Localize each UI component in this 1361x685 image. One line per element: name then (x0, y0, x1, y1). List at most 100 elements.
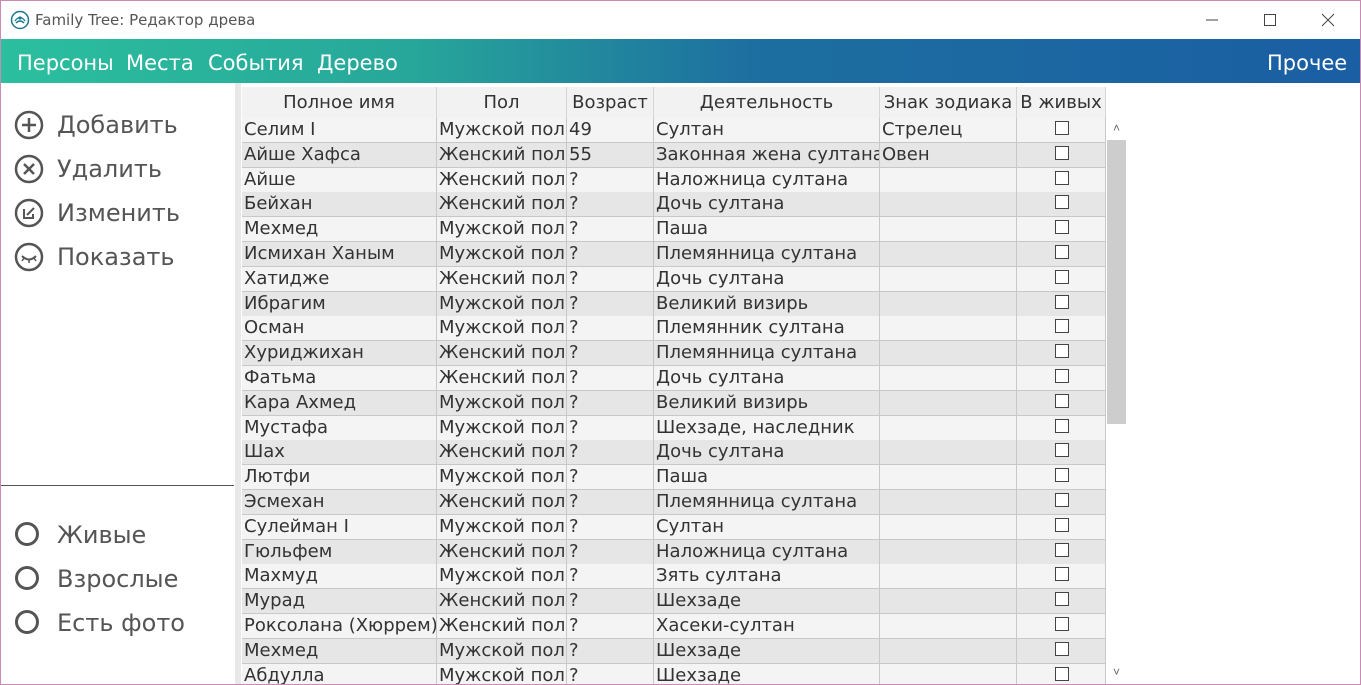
cell-zodiac[interactable]: Стрелец (880, 118, 1017, 143)
table-row[interactable]: Сулейман I Мужской пол? Султан (242, 514, 1106, 540)
cell-zodiac[interactable]: Овен (880, 142, 1017, 168)
cell-age[interactable]: ? (567, 167, 654, 193)
cell-zodiac[interactable] (880, 589, 1017, 615)
cell-zodiac[interactable] (880, 415, 1017, 441)
cell-zodiac[interactable] (880, 440, 1017, 466)
cell-zodiac[interactable] (880, 614, 1017, 639)
maximize-button[interactable] (1241, 1, 1299, 39)
cell-gender[interactable]: Мужской пол (437, 316, 567, 342)
cell-zodiac[interactable] (880, 366, 1017, 391)
alive-checkbox[interactable] (1055, 641, 1069, 656)
cell-gender[interactable]: Мужской пол (437, 638, 567, 664)
filter-alive-radio[interactable] (15, 522, 39, 546)
cell-occupation[interactable]: Племянник султана (654, 316, 880, 342)
cell-full-name[interactable]: Шах (242, 440, 437, 466)
table-row[interactable]: Роксолана (Хюррем) Женский пол? Хасеки-сул… (242, 614, 1106, 639)
cell-occupation[interactable]: Племянница султана (654, 341, 880, 367)
alive-checkbox[interactable] (1055, 269, 1069, 284)
cell-zodiac[interactable] (880, 638, 1017, 664)
cell-age[interactable]: ? (567, 291, 654, 317)
cell-occupation[interactable]: Дочь султана (654, 192, 880, 218)
table-row[interactable]: Осман Мужской пол? Племянник султана (242, 316, 1106, 342)
cell-gender[interactable]: Женский пол (437, 539, 567, 565)
cell-occupation[interactable]: Племянница султана (654, 242, 880, 267)
cell-full-name[interactable]: Хатидже (242, 266, 437, 292)
cell-gender[interactable]: Мужской пол (437, 217, 567, 243)
cell-full-name[interactable]: Кара Ахмед (242, 390, 437, 416)
cell-gender[interactable]: Женский пол (437, 142, 567, 168)
cell-gender[interactable]: Женский пол (437, 589, 567, 615)
cell-occupation[interactable]: Дочь султана (654, 366, 880, 391)
scrollbar-thumb[interactable] (1107, 140, 1126, 424)
menu-places[interactable]: Места (126, 51, 194, 75)
table-row[interactable]: Абдулла Мужской пол? Шехзаде (242, 663, 1106, 684)
cell-full-name[interactable]: Бейхан (242, 192, 437, 218)
cell-gender[interactable]: Женский пол (437, 490, 567, 515)
cell-zodiac[interactable] (880, 663, 1017, 684)
cell-zodiac[interactable] (880, 167, 1017, 193)
alive-checkbox[interactable] (1055, 592, 1069, 607)
alive-checkbox[interactable] (1055, 344, 1069, 359)
table-row[interactable]: Ибрагим Мужской пол? Великий визирь (242, 291, 1106, 317)
cell-age[interactable]: ? (567, 663, 654, 684)
alive-checkbox[interactable] (1055, 517, 1069, 532)
alive-checkbox[interactable] (1055, 220, 1069, 235)
cell-age[interactable]: 55 (567, 142, 654, 168)
table-row[interactable]: Мурад Женский пол? Шехзаде (242, 589, 1106, 615)
cell-occupation[interactable]: Шехзаде (654, 638, 880, 664)
cell-full-name[interactable]: Гюльфем (242, 539, 437, 565)
cell-occupation[interactable]: Паша (654, 217, 880, 243)
table-row[interactable]: Бейхан Женский пол? Дочь султана (242, 192, 1106, 218)
cell-gender[interactable]: Мужской пол (437, 242, 567, 267)
cell-zodiac[interactable] (880, 266, 1017, 292)
cell-full-name[interactable]: Эсмехан (242, 490, 437, 515)
cell-gender[interactable]: Женский пол (437, 614, 567, 639)
scroll-up-icon[interactable]: ˄ (1106, 121, 1127, 137)
alive-checkbox[interactable] (1055, 121, 1069, 135)
add-button[interactable]: Добавить (13, 109, 178, 141)
cell-full-name[interactable]: Осман (242, 316, 437, 342)
header-col-alive[interactable]: В живых (1017, 87, 1106, 119)
table-row[interactable]: Фатьма Женский пол? Дочь султана (242, 366, 1106, 391)
cell-gender[interactable]: Мужской пол (437, 564, 567, 590)
cell-full-name[interactable]: Мехмед (242, 217, 437, 243)
cell-gender[interactable]: Женский пол (437, 192, 567, 218)
cell-zodiac[interactable] (880, 291, 1017, 317)
cell-gender[interactable]: Мужской пол (437, 514, 567, 540)
cell-age[interactable]: ? (567, 366, 654, 391)
cell-full-name[interactable]: Махмуд (242, 564, 437, 590)
cell-age[interactable]: ? (567, 217, 654, 243)
alive-checkbox[interactable] (1055, 666, 1069, 681)
cell-occupation[interactable]: Дочь султана (654, 266, 880, 292)
cell-age[interactable]: ? (567, 564, 654, 590)
cell-zodiac[interactable] (880, 564, 1017, 590)
table-row[interactable]: Кара Ахмед Мужской пол? Великий визирь (242, 390, 1106, 416)
cell-age[interactable]: 49 (567, 118, 654, 143)
cell-occupation[interactable]: Великий визирь (654, 291, 880, 317)
cell-gender[interactable]: Мужской пол (437, 390, 567, 416)
alive-checkbox[interactable] (1055, 195, 1069, 210)
alive-checkbox[interactable] (1055, 369, 1069, 383)
cell-occupation[interactable]: Султан (654, 514, 880, 540)
cell-full-name[interactable]: Лютфи (242, 465, 437, 491)
alive-checkbox[interactable] (1055, 617, 1069, 631)
cell-gender[interactable]: Женский пол (437, 366, 567, 391)
cell-occupation[interactable]: Султан (654, 118, 880, 143)
alive-checkbox[interactable] (1055, 468, 1069, 483)
table-row[interactable]: Айше Хафса Женский пол 55 Законная жена сул… (242, 142, 1106, 168)
cell-zodiac[interactable] (880, 514, 1017, 540)
header-col-full-name[interactable]: Полное имя (242, 87, 437, 119)
filter-adults-label[interactable]: Взрослые (57, 565, 178, 593)
table-row[interactable]: Мехмед Мужской пол? Шехзаде (242, 638, 1106, 664)
cell-age[interactable]: ? (567, 614, 654, 639)
cell-full-name[interactable]: Мустафа (242, 415, 437, 441)
cell-occupation[interactable]: Великий визирь (654, 390, 880, 416)
cell-gender[interactable]: Мужской пол (437, 118, 567, 143)
cell-age[interactable]: ? (567, 465, 654, 491)
cell-full-name[interactable]: Фатьма (242, 366, 437, 391)
cell-occupation[interactable]: Шехзаде, наследник (654, 415, 880, 441)
cell-occupation[interactable]: Шехзаде (654, 589, 880, 615)
cell-zodiac[interactable] (880, 490, 1017, 515)
cell-age[interactable]: ? (567, 266, 654, 292)
cell-occupation[interactable]: Дочь султана (654, 440, 880, 466)
